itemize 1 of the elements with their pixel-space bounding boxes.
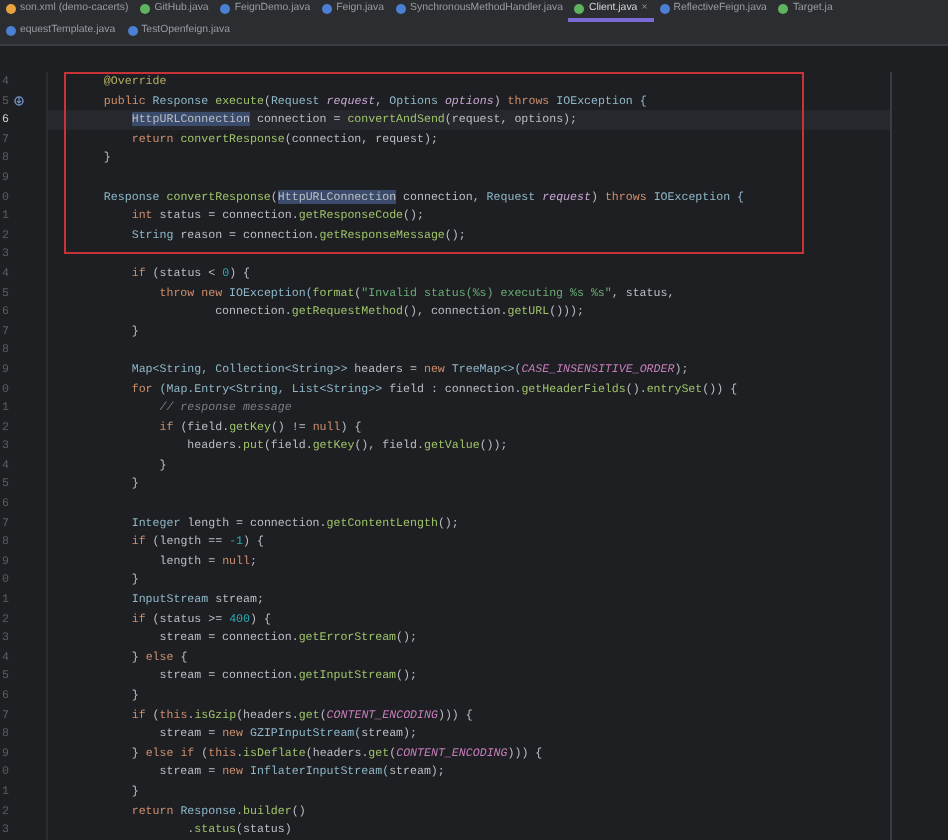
override-marker-icon[interactable] bbox=[14, 95, 25, 106]
